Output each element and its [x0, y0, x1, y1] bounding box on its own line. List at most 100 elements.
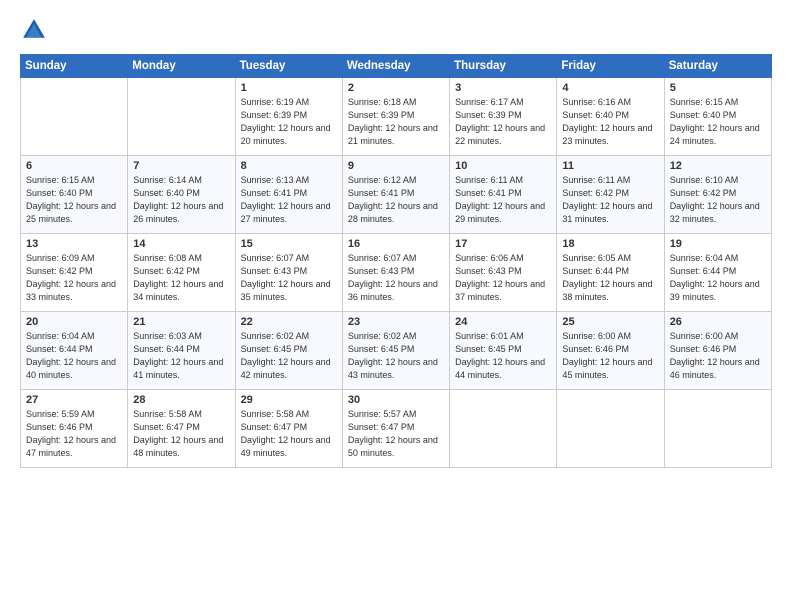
- day-number: 21: [133, 316, 229, 328]
- day-header-friday: Friday: [557, 55, 664, 78]
- day-detail: Sunrise: 5:58 AMSunset: 6:47 PMDaylight:…: [133, 408, 229, 460]
- day-detail: Sunrise: 6:03 AMSunset: 6:44 PMDaylight:…: [133, 330, 229, 382]
- day-header-sunday: Sunday: [21, 55, 128, 78]
- calendar-cell: 1 Sunrise: 6:19 AMSunset: 6:39 PMDayligh…: [235, 78, 342, 156]
- day-number: 24: [455, 316, 551, 328]
- calendar-cell: 22 Sunrise: 6:02 AMSunset: 6:45 PMDaylig…: [235, 312, 342, 390]
- day-detail: Sunrise: 6:14 AMSunset: 6:40 PMDaylight:…: [133, 174, 229, 226]
- day-detail: Sunrise: 6:05 AMSunset: 6:44 PMDaylight:…: [562, 252, 658, 304]
- day-header-monday: Monday: [128, 55, 235, 78]
- day-detail: Sunrise: 6:00 AMSunset: 6:46 PMDaylight:…: [562, 330, 658, 382]
- day-detail: Sunrise: 6:07 AMSunset: 6:43 PMDaylight:…: [241, 252, 337, 304]
- day-detail: Sunrise: 6:08 AMSunset: 6:42 PMDaylight:…: [133, 252, 229, 304]
- day-number: 14: [133, 238, 229, 250]
- day-number: 7: [133, 160, 229, 172]
- day-number: 9: [348, 160, 444, 172]
- calendar-cell: [21, 78, 128, 156]
- logo-icon: [20, 16, 48, 44]
- calendar-cell: 26 Sunrise: 6:00 AMSunset: 6:46 PMDaylig…: [664, 312, 771, 390]
- calendar-cell: 15 Sunrise: 6:07 AMSunset: 6:43 PMDaylig…: [235, 234, 342, 312]
- day-number: 30: [348, 394, 444, 406]
- calendar-week-row: 27 Sunrise: 5:59 AMSunset: 6:46 PMDaylig…: [21, 390, 772, 468]
- day-detail: Sunrise: 6:11 AMSunset: 6:41 PMDaylight:…: [455, 174, 551, 226]
- calendar-cell: [450, 390, 557, 468]
- calendar-cell: 4 Sunrise: 6:16 AMSunset: 6:40 PMDayligh…: [557, 78, 664, 156]
- day-detail: Sunrise: 6:07 AMSunset: 6:43 PMDaylight:…: [348, 252, 444, 304]
- calendar-cell: 18 Sunrise: 6:05 AMSunset: 6:44 PMDaylig…: [557, 234, 664, 312]
- day-number: 3: [455, 82, 551, 94]
- day-number: 22: [241, 316, 337, 328]
- day-detail: Sunrise: 6:15 AMSunset: 6:40 PMDaylight:…: [26, 174, 122, 226]
- calendar-cell: 24 Sunrise: 6:01 AMSunset: 6:45 PMDaylig…: [450, 312, 557, 390]
- day-number: 19: [670, 238, 766, 250]
- day-header-thursday: Thursday: [450, 55, 557, 78]
- day-detail: Sunrise: 6:13 AMSunset: 6:41 PMDaylight:…: [241, 174, 337, 226]
- calendar-cell: 25 Sunrise: 6:00 AMSunset: 6:46 PMDaylig…: [557, 312, 664, 390]
- day-number: 8: [241, 160, 337, 172]
- day-detail: Sunrise: 6:17 AMSunset: 6:39 PMDaylight:…: [455, 96, 551, 148]
- day-number: 16: [348, 238, 444, 250]
- calendar-week-row: 1 Sunrise: 6:19 AMSunset: 6:39 PMDayligh…: [21, 78, 772, 156]
- calendar-cell: 9 Sunrise: 6:12 AMSunset: 6:41 PMDayligh…: [342, 156, 449, 234]
- calendar-cell: 12 Sunrise: 6:10 AMSunset: 6:42 PMDaylig…: [664, 156, 771, 234]
- day-detail: Sunrise: 6:18 AMSunset: 6:39 PMDaylight:…: [348, 96, 444, 148]
- calendar-cell: 17 Sunrise: 6:06 AMSunset: 6:43 PMDaylig…: [450, 234, 557, 312]
- day-detail: Sunrise: 6:11 AMSunset: 6:42 PMDaylight:…: [562, 174, 658, 226]
- calendar-cell: 13 Sunrise: 6:09 AMSunset: 6:42 PMDaylig…: [21, 234, 128, 312]
- calendar-cell: 20 Sunrise: 6:04 AMSunset: 6:44 PMDaylig…: [21, 312, 128, 390]
- day-number: 17: [455, 238, 551, 250]
- calendar-cell: 5 Sunrise: 6:15 AMSunset: 6:40 PMDayligh…: [664, 78, 771, 156]
- day-number: 18: [562, 238, 658, 250]
- day-number: 15: [241, 238, 337, 250]
- day-detail: Sunrise: 6:10 AMSunset: 6:42 PMDaylight:…: [670, 174, 766, 226]
- calendar-cell: 2 Sunrise: 6:18 AMSunset: 6:39 PMDayligh…: [342, 78, 449, 156]
- calendar-cell: 19 Sunrise: 6:04 AMSunset: 6:44 PMDaylig…: [664, 234, 771, 312]
- calendar-header-row: SundayMondayTuesdayWednesdayThursdayFrid…: [21, 55, 772, 78]
- calendar-cell: 3 Sunrise: 6:17 AMSunset: 6:39 PMDayligh…: [450, 78, 557, 156]
- day-number: 20: [26, 316, 122, 328]
- day-number: 11: [562, 160, 658, 172]
- day-detail: Sunrise: 5:59 AMSunset: 6:46 PMDaylight:…: [26, 408, 122, 460]
- calendar-week-row: 20 Sunrise: 6:04 AMSunset: 6:44 PMDaylig…: [21, 312, 772, 390]
- calendar-cell: 11 Sunrise: 6:11 AMSunset: 6:42 PMDaylig…: [557, 156, 664, 234]
- day-number: 27: [26, 394, 122, 406]
- day-number: 5: [670, 82, 766, 94]
- page-header: [20, 16, 772, 44]
- day-number: 2: [348, 82, 444, 94]
- day-header-wednesday: Wednesday: [342, 55, 449, 78]
- day-number: 10: [455, 160, 551, 172]
- day-header-saturday: Saturday: [664, 55, 771, 78]
- day-number: 25: [562, 316, 658, 328]
- day-detail: Sunrise: 6:02 AMSunset: 6:45 PMDaylight:…: [241, 330, 337, 382]
- day-header-tuesday: Tuesday: [235, 55, 342, 78]
- calendar-table: SundayMondayTuesdayWednesdayThursdayFrid…: [20, 54, 772, 468]
- calendar-cell: 6 Sunrise: 6:15 AMSunset: 6:40 PMDayligh…: [21, 156, 128, 234]
- calendar-cell: 16 Sunrise: 6:07 AMSunset: 6:43 PMDaylig…: [342, 234, 449, 312]
- calendar-cell: [128, 78, 235, 156]
- day-detail: Sunrise: 6:04 AMSunset: 6:44 PMDaylight:…: [670, 252, 766, 304]
- calendar-cell: 23 Sunrise: 6:02 AMSunset: 6:45 PMDaylig…: [342, 312, 449, 390]
- calendar-cell: [664, 390, 771, 468]
- calendar-week-row: 6 Sunrise: 6:15 AMSunset: 6:40 PMDayligh…: [21, 156, 772, 234]
- day-number: 4: [562, 82, 658, 94]
- day-number: 13: [26, 238, 122, 250]
- day-number: 28: [133, 394, 229, 406]
- day-detail: Sunrise: 6:00 AMSunset: 6:46 PMDaylight:…: [670, 330, 766, 382]
- calendar-week-row: 13 Sunrise: 6:09 AMSunset: 6:42 PMDaylig…: [21, 234, 772, 312]
- day-detail: Sunrise: 6:12 AMSunset: 6:41 PMDaylight:…: [348, 174, 444, 226]
- day-detail: Sunrise: 6:01 AMSunset: 6:45 PMDaylight:…: [455, 330, 551, 382]
- calendar-cell: 30 Sunrise: 5:57 AMSunset: 6:47 PMDaylig…: [342, 390, 449, 468]
- day-number: 23: [348, 316, 444, 328]
- day-detail: Sunrise: 5:57 AMSunset: 6:47 PMDaylight:…: [348, 408, 444, 460]
- day-detail: Sunrise: 5:58 AMSunset: 6:47 PMDaylight:…: [241, 408, 337, 460]
- day-detail: Sunrise: 6:16 AMSunset: 6:40 PMDaylight:…: [562, 96, 658, 148]
- calendar-cell: 28 Sunrise: 5:58 AMSunset: 6:47 PMDaylig…: [128, 390, 235, 468]
- day-detail: Sunrise: 6:04 AMSunset: 6:44 PMDaylight:…: [26, 330, 122, 382]
- calendar-cell: [557, 390, 664, 468]
- calendar-cell: 27 Sunrise: 5:59 AMSunset: 6:46 PMDaylig…: [21, 390, 128, 468]
- calendar-cell: 7 Sunrise: 6:14 AMSunset: 6:40 PMDayligh…: [128, 156, 235, 234]
- day-detail: Sunrise: 6:19 AMSunset: 6:39 PMDaylight:…: [241, 96, 337, 148]
- logo: [20, 16, 52, 44]
- calendar-cell: 29 Sunrise: 5:58 AMSunset: 6:47 PMDaylig…: [235, 390, 342, 468]
- calendar-cell: 21 Sunrise: 6:03 AMSunset: 6:44 PMDaylig…: [128, 312, 235, 390]
